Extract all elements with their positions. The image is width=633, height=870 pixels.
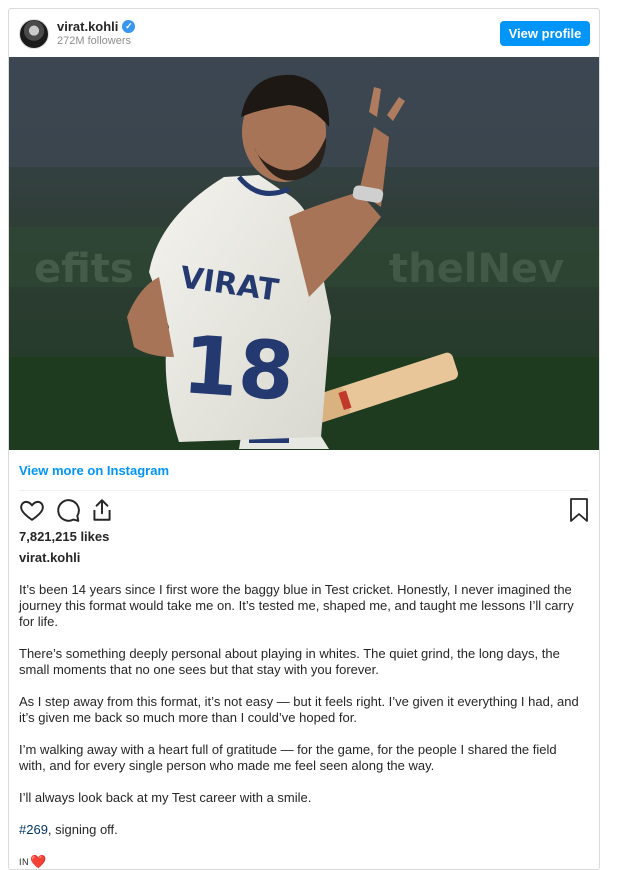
post-photo-illustration: efits thelNev VIRAT 18 bbox=[9, 57, 599, 450]
caption-paragraph: There’s something deeply personal about … bbox=[19, 646, 560, 677]
share-icon[interactable] bbox=[89, 497, 115, 528]
post-photo[interactable]: efits thelNev VIRAT 18 bbox=[9, 57, 599, 450]
instagram-embed-card: virat.kohli ✓ 272M followers View profil… bbox=[8, 8, 600, 870]
hashtag-link[interactable]: #269 bbox=[19, 822, 48, 837]
heart-emoji-icon: ❤️ bbox=[30, 854, 47, 869]
heart-icon[interactable] bbox=[19, 497, 45, 528]
verified-badge-icon: ✓ bbox=[122, 20, 136, 33]
jersey-number: 18 bbox=[180, 318, 298, 419]
username[interactable]: virat.kohli bbox=[57, 19, 118, 34]
view-profile-button[interactable]: View profile bbox=[500, 21, 590, 46]
caption-paragraph: As I step away from this format, it’s no… bbox=[19, 694, 579, 725]
svg-text:thelNev: thelNev bbox=[389, 246, 564, 292]
view-more-link[interactable]: View more on Instagram bbox=[19, 463, 169, 478]
caption-paragraph: It’s been 14 years since I first wore th… bbox=[19, 582, 574, 629]
comment-icon[interactable] bbox=[55, 497, 81, 528]
signoff-line: #269, signing off. bbox=[19, 822, 579, 838]
follower-count: 272M followers bbox=[57, 35, 131, 47]
flag-line: IN ❤️ bbox=[19, 854, 579, 869]
username-row: virat.kohli ✓ bbox=[57, 19, 136, 34]
likes-count[interactable]: 7,821,215 likes bbox=[19, 529, 109, 544]
post-caption: It’s been 14 years since I first wore th… bbox=[19, 582, 579, 869]
divider bbox=[19, 490, 589, 491]
india-flag-text: IN bbox=[19, 857, 29, 867]
post-header: virat.kohli ✓ 272M followers View profil… bbox=[9, 9, 599, 57]
post-actions bbox=[17, 497, 591, 525]
caption-username[interactable]: virat.kohli bbox=[19, 550, 80, 565]
caption-paragraph: I’ll always look back at my Test career … bbox=[19, 790, 312, 805]
signoff-text: , signing off. bbox=[47, 822, 118, 837]
svg-text:efits: efits bbox=[34, 246, 134, 292]
caption-paragraph: I’m walking away with a heart full of gr… bbox=[19, 742, 557, 773]
bookmark-icon[interactable] bbox=[567, 497, 591, 528]
avatar[interactable] bbox=[19, 19, 49, 49]
